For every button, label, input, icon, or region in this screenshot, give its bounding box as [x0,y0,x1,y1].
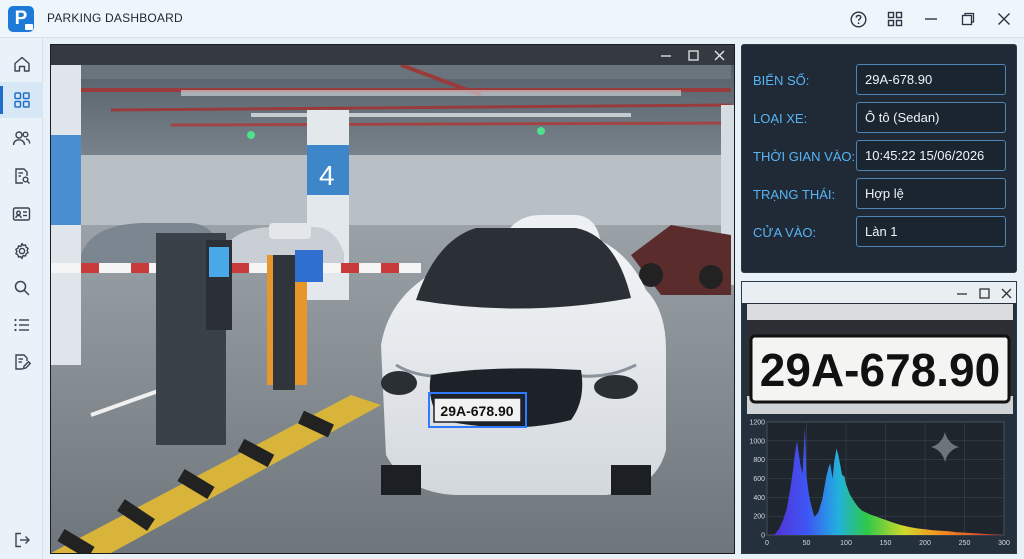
y-tick-label: 0 [761,533,765,540]
x-tick-label: 250 [959,540,971,547]
sidebar [0,38,43,559]
y-tick-label: 400 [753,495,765,502]
plate-label: BIỂN SỐ: [753,73,810,88]
app-logo: P [8,6,34,32]
x-tick-label: 100 [840,540,852,547]
plate-overlay-text: 29A-678.90 [440,403,513,419]
vehicle-type-field[interactable]: Ô tô (Sedan) [856,102,1006,133]
y-tick-label: 800 [753,457,765,464]
gate-field[interactable]: Làn 1 [856,216,1006,247]
entry-time-label: THỜI GIAN VÀO: [753,149,856,164]
minimize-icon[interactable] [954,285,970,301]
plate-crop-image: 29A-678.90 [747,304,1013,414]
vehicle-type-label: LOẠI XE: [753,111,808,126]
status-field[interactable]: Hợp lệ [856,178,1006,209]
plate-panel-header [742,282,1016,303]
users-icon[interactable] [0,120,43,156]
x-tick-label: 150 [880,540,892,547]
edit-document-icon[interactable] [0,344,43,380]
list-icon[interactable] [0,307,43,343]
settings-icon[interactable] [0,233,43,269]
camera-panel: 4 29A-678.90 [50,44,735,554]
title-bar: P PARKING DASHBOARD [0,0,1024,38]
pillar-number: 4 [319,160,335,191]
info-row-status: TRẠNG THÁI: Hợp lệ [742,178,1018,210]
info-row-vehicle-type: LOẠI XE: Ô tô (Sedan) [742,102,1018,134]
info-row-plate: BIỂN SỐ: 29A-678.90 [742,64,1018,96]
app-title: PARKING DASHBOARD [47,11,183,25]
restore-icon[interactable] [957,8,979,30]
y-tick-label: 1200 [749,420,765,427]
x-tick-label: 300 [998,540,1010,547]
plate-field[interactable]: 29A-678.90 [856,64,1006,95]
vehicle-info-panel: BIỂN SỐ: 29A-678.90 LOẠI XE: Ô tô (Sedan… [741,44,1017,273]
minimize-icon[interactable] [658,47,674,63]
x-tick-label: 200 [919,540,931,547]
help-icon[interactable] [847,8,869,30]
entry-time-field[interactable]: 10:45:22 15/06/2026 [856,140,1006,171]
camera-feed: 4 29A-678.90 [51,65,734,553]
y-tick-label: 200 [753,514,765,521]
id-card-icon[interactable] [0,196,43,232]
color-histogram: 0 200 400 600 800 1000 1200 0 50 100 150 200 250 300 [747,418,1013,551]
close-icon[interactable] [998,285,1014,301]
x-tick-label: 50 [803,540,811,547]
y-tick-label: 600 [753,476,765,483]
y-tick-label: 1000 [749,438,765,445]
dashboard-icon[interactable] [0,82,43,118]
search-icon[interactable] [0,270,43,306]
x-tick-label: 0 [765,540,769,547]
info-row-entry-time: THỜI GIAN VÀO: 10:45:22 15/06/2026 [742,140,1018,172]
camera-panel-header [51,45,734,65]
status-label: TRẠNG THÁI: [753,187,836,202]
plate-crop-text: 29A-678.90 [760,344,1000,396]
close-icon[interactable] [993,8,1015,30]
home-icon[interactable] [0,46,43,82]
info-row-gate: CỬA VÀO: Làn 1 [742,216,1018,248]
close-icon[interactable] [711,47,727,63]
maximize-icon[interactable] [976,285,992,301]
gate-label: CỬA VÀO: [753,225,817,240]
maximize-icon[interactable] [685,47,701,63]
plate-analysis-panel: 29A-678.90 0 200 400 600 800 1000 1200 0 50 100 15… [741,281,1017,554]
logout-icon[interactable] [0,522,43,558]
grid-icon[interactable] [884,8,906,30]
document-search-icon[interactable] [0,158,43,194]
minimize-icon[interactable] [920,8,942,30]
